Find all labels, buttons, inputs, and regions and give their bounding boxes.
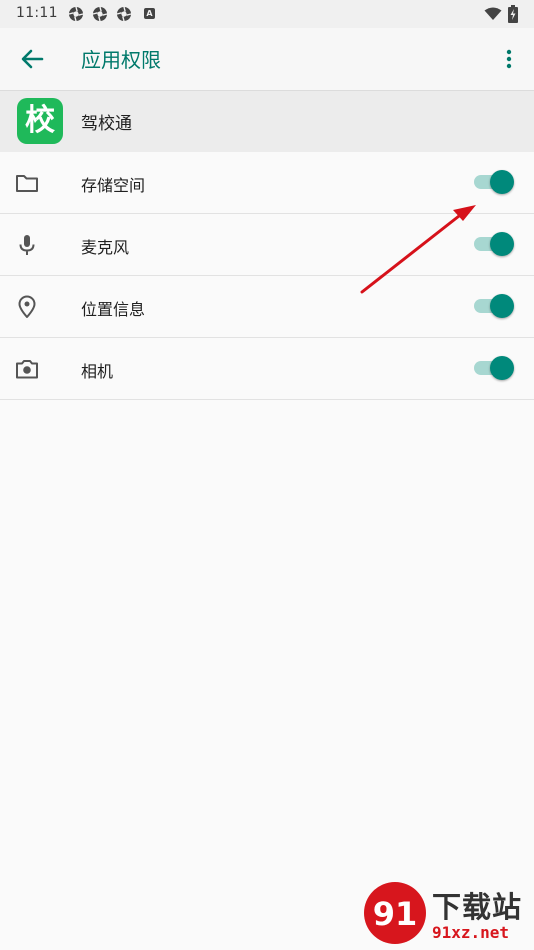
aperture-icon [92, 6, 108, 22]
more-vert-icon [506, 49, 512, 69]
mic-icon [19, 235, 35, 255]
app-bar: 应用权限 [0, 28, 534, 90]
status-bar: 11:11 A [0, 0, 534, 28]
arrow-left-icon [21, 49, 44, 69]
a-badge-icon: A [144, 8, 155, 19]
camera-icon [16, 360, 38, 379]
annotation-arrow-icon [360, 205, 476, 294]
folder-icon [16, 175, 38, 192]
permission-label: 位置信息 [81, 300, 146, 319]
status-time: 11:11 [16, 5, 58, 21]
app-name: 驾校通 [81, 114, 132, 134]
overflow-menu-button[interactable] [494, 39, 524, 79]
wifi-icon [484, 7, 502, 20]
app-header: 校 驾校通 [0, 90, 534, 152]
aperture-icon [116, 6, 132, 22]
permission-label: 存储空间 [81, 176, 146, 195]
watermark-title: 下载站 [432, 890, 523, 924]
battery-charging-icon [508, 5, 518, 23]
location-pin-icon [18, 295, 36, 318]
permission-label: 相机 [81, 362, 114, 381]
watermark-url: 91xz.net [432, 923, 510, 942]
watermark-logo-icon: 91 [364, 882, 426, 944]
watermark: 91 下载站 91xz.net [362, 880, 530, 946]
aperture-icon [68, 6, 84, 22]
permission-toggle[interactable] [474, 170, 514, 194]
permission-label: 麦克风 [81, 238, 130, 257]
permission-toggle[interactable] [474, 356, 514, 380]
app-icon: 校 [17, 98, 63, 144]
back-button[interactable] [12, 39, 52, 79]
page-title: 应用权限 [81, 48, 161, 72]
permission-row-camera[interactable]: 相机 [0, 338, 534, 400]
watermark-logo-text: 91 [373, 895, 418, 933]
